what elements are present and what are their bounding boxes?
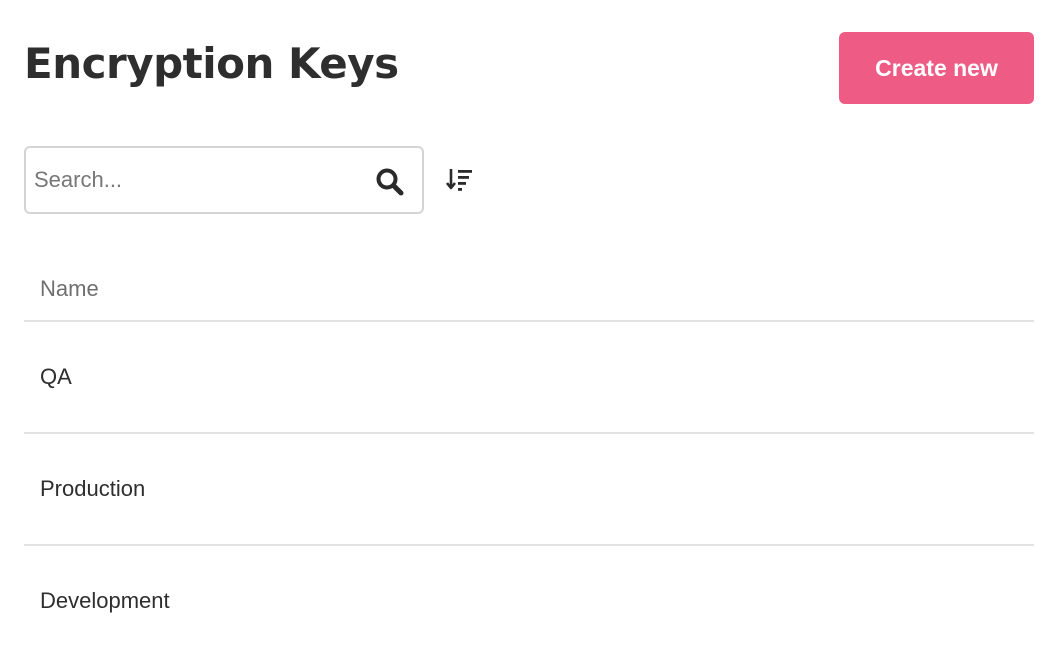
table-header: Name xyxy=(24,256,1034,322)
table-row[interactable]: Development xyxy=(24,546,1034,658)
keys-table: Name QA Production Development xyxy=(24,256,1034,658)
sort-descending-icon[interactable] xyxy=(446,166,474,194)
encryption-keys-page: Encryption Keys Create new Name QA Produ… xyxy=(0,0,1062,658)
create-new-button[interactable]: Create new xyxy=(839,32,1034,104)
column-header-name[interactable]: Name xyxy=(40,276,99,302)
table-row[interactable]: Production xyxy=(24,434,1034,546)
search-box xyxy=(24,146,424,214)
key-name[interactable]: Development xyxy=(40,588,170,614)
key-name[interactable]: QA xyxy=(40,364,72,390)
search-input[interactable] xyxy=(34,148,354,212)
page-title: Encryption Keys xyxy=(24,39,399,88)
table-row[interactable]: QA xyxy=(24,322,1034,434)
search-icon[interactable] xyxy=(374,166,406,198)
key-name[interactable]: Production xyxy=(40,476,145,502)
